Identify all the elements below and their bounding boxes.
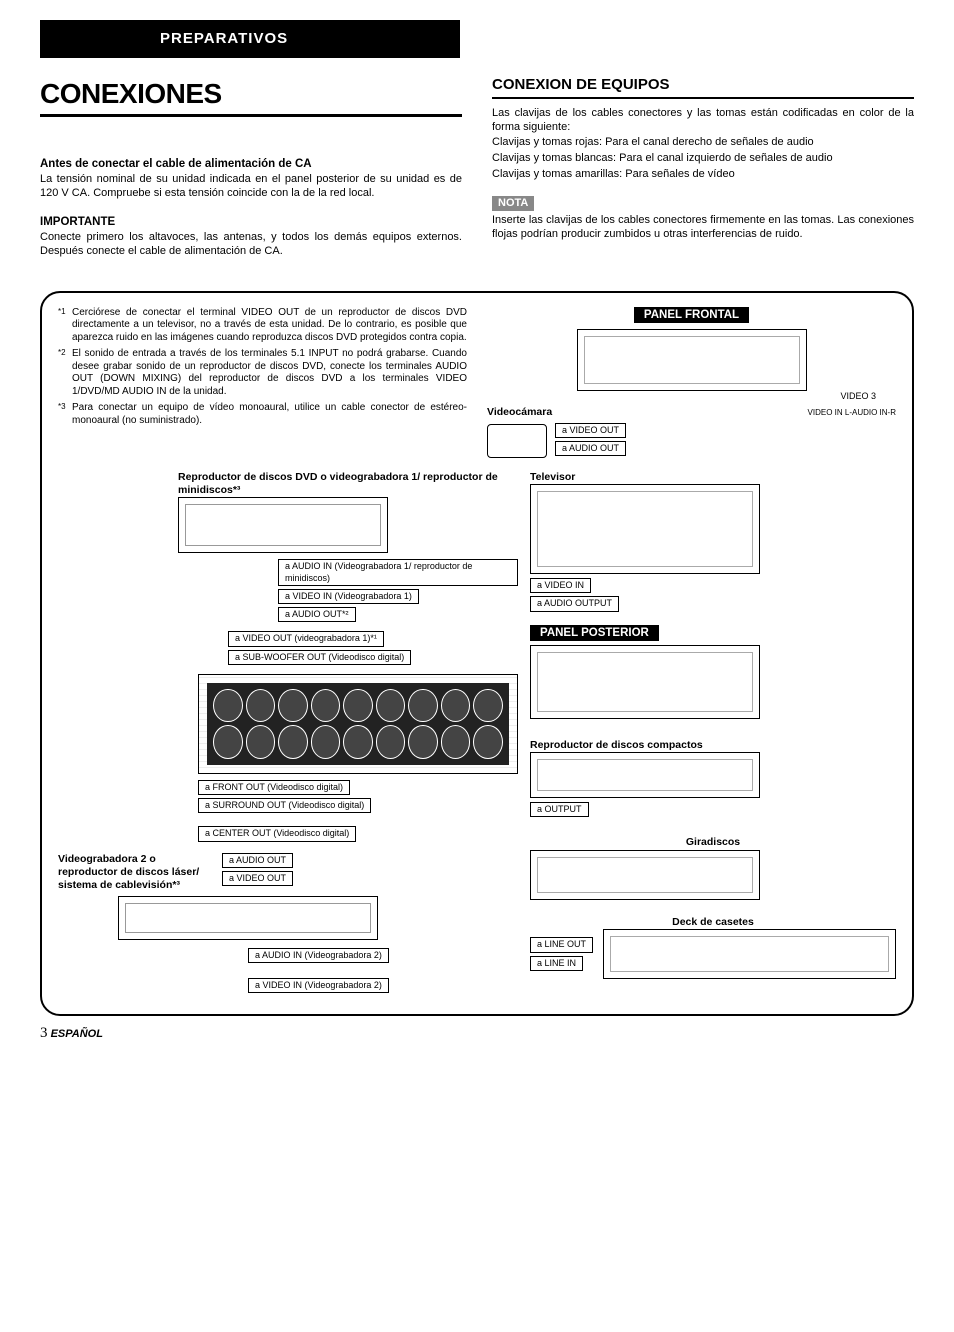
- before-ac-body: La tensión nominal de su unidad indicada…: [40, 173, 462, 201]
- intro-columns: CONEXIONES Antes de conectar el cable de…: [40, 76, 914, 273]
- diagram-top-row: *1Cerciórese de conectar el terminal VID…: [58, 307, 896, 459]
- tv-label: Televisor: [530, 471, 896, 484]
- color-code-intro: Las clavijas de los cables conectores y …: [492, 107, 914, 135]
- conn-video-in-vcr2: a VIDEO IN (Videograbadora 2): [248, 978, 389, 993]
- cd-label: Reproductor de discos compactos: [530, 739, 896, 752]
- turntable-sketch: [530, 850, 760, 900]
- nota-badge: NOTA: [492, 196, 534, 212]
- conn-audio-out2: a AUDIO OUT*²: [278, 607, 356, 622]
- left-column: CONEXIONES Antes de conectar el cable de…: [40, 76, 462, 273]
- cd-sketch: [530, 752, 760, 798]
- conn-output: a OUTPUT: [530, 802, 589, 817]
- section-tab: PREPARATIVOS: [40, 20, 460, 58]
- cam-audio-out: a AUDIO OUT: [555, 441, 626, 456]
- footnote-3: *3Para conectar un equipo de vídeo monoa…: [58, 402, 467, 427]
- conn-audio-in-vcr1: a AUDIO IN (Videograbadora 1/ reproducto…: [278, 559, 518, 586]
- page-footer: 3 ESPAÑOL: [40, 1024, 914, 1043]
- conn-audio-out: a AUDIO OUT: [222, 853, 293, 868]
- conn-line-out: a LINE OUT: [530, 937, 593, 952]
- conn-center-out: a CENTER OUT (Videodisco digital): [198, 826, 356, 841]
- camcorder-icon: [487, 424, 547, 458]
- color-white: Clavijas y tomas blancas: Para el canal …: [492, 152, 914, 166]
- page-number: 3: [40, 1025, 48, 1041]
- vcr2-title: Videograbadora 2 o reproductor de discos…: [58, 853, 208, 892]
- importante-heading: IMPORTANTE: [40, 215, 462, 229]
- conn-audio-output: a AUDIO OUTPUT: [530, 596, 619, 611]
- front-panel-sketch: [577, 329, 807, 391]
- conn-video-in: a VIDEO IN: [530, 578, 591, 593]
- dvd-sketch: [178, 497, 388, 553]
- footnote-1: *1Cerciórese de conectar el terminal VID…: [58, 307, 467, 345]
- tv-sketch: [530, 484, 760, 574]
- diagram-left: Reproductor de discos DVD o videograbado…: [58, 471, 518, 996]
- rear-panel-sketch: [530, 645, 760, 719]
- cam-video-out: a VIDEO OUT: [555, 423, 626, 438]
- before-ac-heading: Antes de conectar el cable de alimentaci…: [40, 157, 462, 171]
- conn-line-in: a LINE IN: [530, 956, 583, 971]
- turntable-label: Giradiscos: [530, 836, 896, 849]
- tape-sketch: [603, 929, 896, 979]
- color-red: Clavijas y tomas rojas: Para el canal de…: [492, 136, 914, 150]
- main-title: CONEXIONES: [40, 76, 462, 117]
- video3-label: VIDEO 3: [487, 391, 876, 402]
- tape-label: Deck de casetes: [530, 916, 896, 929]
- rear-connector-panel: [198, 674, 518, 774]
- camcorder-label: Videocámara: [487, 406, 552, 419]
- color-yellow: Clavijas y tomas amarillas: Para señales…: [492, 168, 914, 182]
- nota-body: Inserte las clavijas de los cables conec…: [492, 214, 914, 242]
- dvd-title: Reproductor de discos DVD o videograbado…: [178, 471, 518, 497]
- videoin-audioin-label: VIDEO IN L-AUDIO IN-R: [808, 408, 896, 418]
- right-column: CONEXION DE EQUIPOS Las clavijas de los …: [492, 76, 914, 273]
- rear-panel-label: PANEL POSTERIOR: [530, 625, 659, 641]
- front-panel-label: PANEL FRONTAL: [634, 307, 749, 323]
- conn-subwoofer: a SUB-WOOFER OUT (Videodisco digital): [228, 650, 411, 665]
- equipos-title: CONEXION DE EQUIPOS: [492, 76, 914, 99]
- dvd-connectors: a AUDIO IN (Videograbadora 1/ reproducto…: [278, 559, 518, 625]
- vcr2-sketch: [118, 896, 378, 940]
- front-panel-block: PANEL FRONTAL VIDEO 3 Videocámara VIDEO …: [487, 307, 896, 459]
- importante-body: Conecte primero los altavoces, las anten…: [40, 231, 462, 259]
- section-tab-label: PREPARATIVOS: [160, 30, 288, 49]
- footnote-2: *2El sonido de entrada a través de los t…: [58, 348, 467, 398]
- conn-surround-out: a SURROUND OUT (Videodisco digital): [198, 798, 371, 813]
- diagram-right: Televisor a VIDEO IN a AUDIO OUTPUT PANE…: [530, 471, 896, 996]
- conn-audio-in-vcr2: a AUDIO IN (Videograbadora 2): [248, 948, 389, 963]
- connection-diagram: *1Cerciórese de conectar el terminal VID…: [40, 291, 914, 1017]
- conn-video-out: a VIDEO OUT: [222, 871, 293, 886]
- page-language: ESPAÑOL: [51, 1028, 103, 1040]
- conn-front-out: a FRONT OUT (Videodisco digital): [198, 780, 350, 795]
- diagram-body: Reproductor de discos DVD o videograbado…: [58, 471, 896, 996]
- conn-video-in-vcr1: a VIDEO IN (Videograbadora 1): [278, 589, 419, 604]
- conn-video-out-vcr1: a VIDEO OUT (videograbadora 1)*¹: [228, 631, 384, 646]
- footnotes: *1Cerciórese de conectar el terminal VID…: [58, 307, 467, 459]
